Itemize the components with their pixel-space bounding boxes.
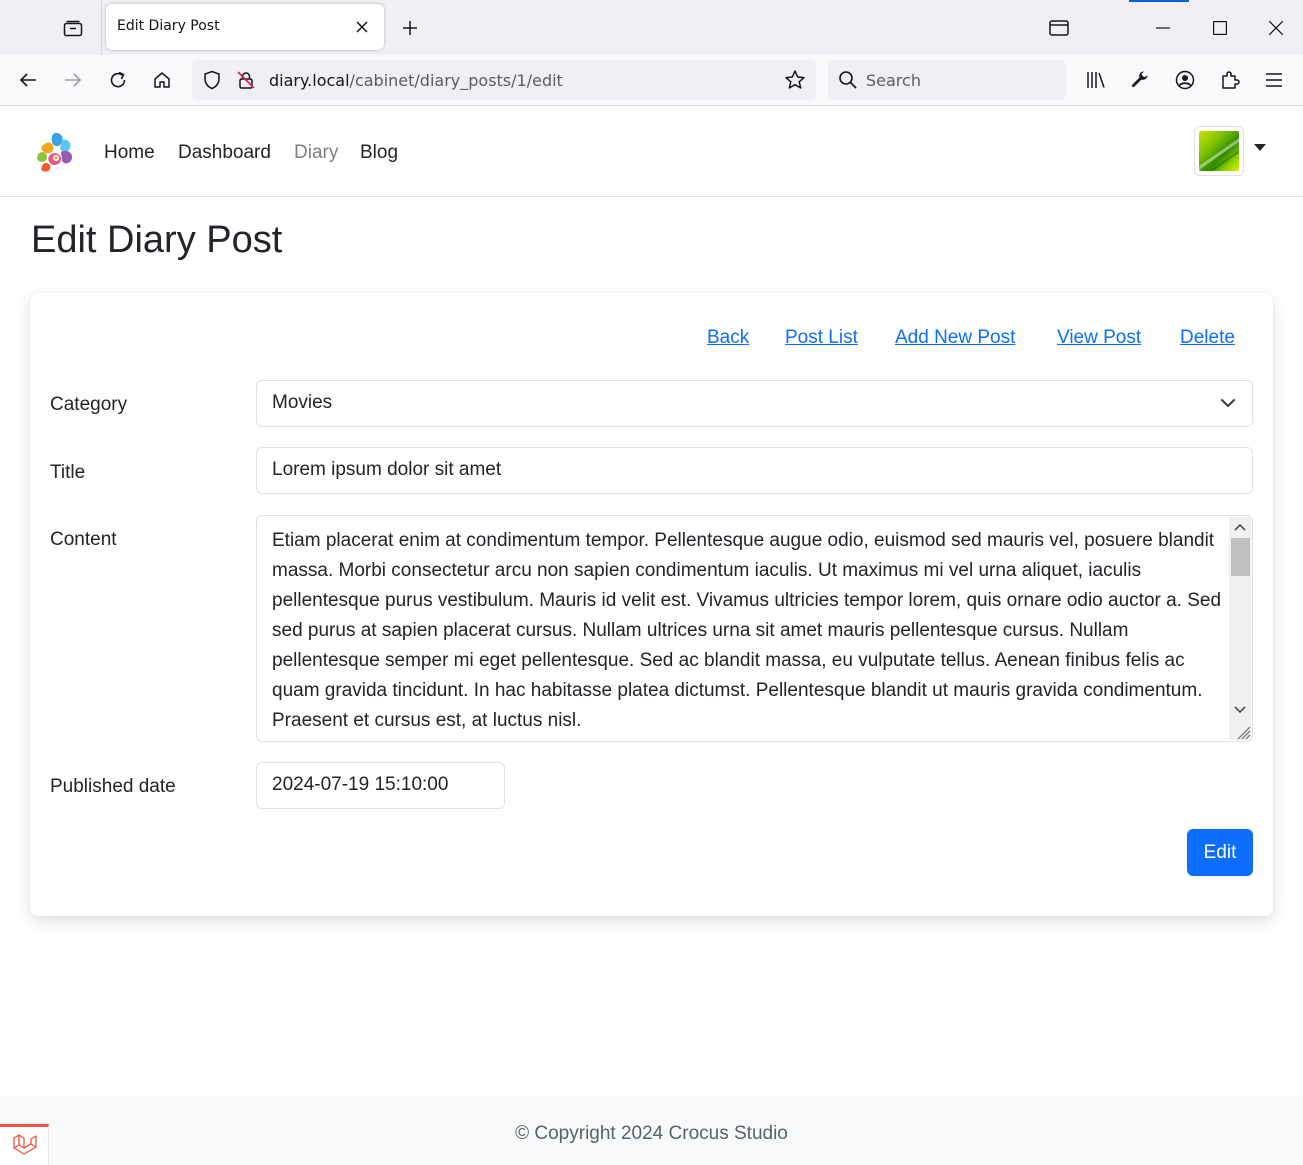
- published-date-input[interactable]: 2024-07-19 15:10:00: [256, 762, 505, 809]
- tab-separator: [101, 0, 102, 55]
- scroll-down-arrow-icon[interactable]: [1229, 700, 1251, 720]
- resize-grip-icon[interactable]: [1233, 722, 1251, 740]
- browser-tab-bar: Edit Diary Post: [0, 0, 1303, 55]
- nav-link-blog[interactable]: Blog: [360, 142, 398, 164]
- url-host: diary.local: [269, 71, 350, 90]
- title-label: Title: [50, 462, 86, 483]
- edit-post-card: Back Post List Add New Post View Post De…: [30, 293, 1273, 916]
- nav-link-dashboard[interactable]: Dashboard: [178, 142, 271, 164]
- library-icon[interactable]: [1081, 65, 1111, 95]
- scroll-up-arrow-icon[interactable]: [1229, 517, 1251, 537]
- insecure-lock-icon[interactable]: [236, 70, 256, 94]
- title-input[interactable]: Lorem ipsum dolor sit amet: [256, 447, 1253, 494]
- view-post-link[interactable]: View Post: [1057, 327, 1141, 349]
- category-select[interactable]: Movies: [256, 380, 1253, 427]
- user-avatar[interactable]: [1194, 126, 1244, 176]
- new-tab-icon[interactable]: [396, 14, 424, 42]
- tab-title: Edit Diary Post: [117, 18, 220, 34]
- back-link[interactable]: Back: [707, 327, 749, 349]
- page-footer: © Copyright 2024 Crocus Studio: [0, 1096, 1303, 1165]
- content-scrollbar[interactable]: [1229, 517, 1251, 740]
- category-label: Category: [50, 394, 128, 415]
- reload-icon[interactable]: [103, 65, 133, 95]
- tab-list-icon[interactable]: [58, 14, 88, 42]
- nav-link-diary[interactable]: Diary: [294, 142, 338, 164]
- browser-tab-active[interactable]: Edit Diary Post: [106, 4, 384, 50]
- account-icon[interactable]: [1170, 65, 1200, 95]
- search-placeholder: Search: [866, 71, 921, 90]
- home-icon[interactable]: [147, 65, 177, 95]
- copyright-text: © Copyright 2024 Crocus Studio: [515, 1123, 788, 1144]
- maximize-icon[interactable]: [1204, 12, 1236, 44]
- scroll-thumb[interactable]: [1231, 538, 1250, 576]
- window-close-icon[interactable]: [1260, 12, 1292, 44]
- delete-link[interactable]: Delete: [1180, 327, 1235, 349]
- url-path: /cabinet/diary_posts/1/edit: [349, 71, 563, 90]
- title-input-value: Lorem ipsum dolor sit amet: [272, 459, 502, 480]
- content-label: Content: [50, 529, 117, 550]
- picture-in-picture-icon[interactable]: [1043, 12, 1075, 44]
- post-list-link[interactable]: Post List: [785, 327, 858, 349]
- back-arrow-icon[interactable]: [13, 65, 43, 95]
- nav-link-home[interactable]: Home: [104, 142, 155, 164]
- add-new-post-link[interactable]: Add New Post: [895, 327, 1015, 349]
- laravel-debugbar-icon[interactable]: [0, 1124, 49, 1165]
- browser-toolbar: diary.local/cabinet/diary_posts/1/edit S…: [0, 55, 1303, 106]
- chevron-down-icon: [1220, 395, 1236, 411]
- extensions-icon[interactable]: [1215, 65, 1245, 95]
- url-text: diary.local/cabinet/diary_posts/1/edit: [269, 71, 563, 90]
- page-title: Edit Diary Post: [31, 219, 283, 261]
- published-date-label: Published date: [50, 776, 176, 797]
- content-textarea[interactable]: Etiam placerat enim at condimentum tempo…: [256, 515, 1253, 742]
- content-text: Etiam placerat enim at condimentum tempo…: [272, 530, 1222, 731]
- search-bar[interactable]: Search: [828, 60, 1066, 100]
- category-selected-value: Movies: [272, 392, 333, 413]
- tab-close-icon[interactable]: [350, 15, 374, 39]
- shield-icon[interactable]: [202, 70, 222, 94]
- forward-arrow-icon[interactable]: [58, 65, 88, 95]
- address-bar[interactable]: diary.local/cabinet/diary_posts/1/edit: [192, 60, 816, 100]
- user-menu-caret-icon[interactable]: [1254, 144, 1266, 151]
- published-date-value: 2024-07-19 15:10:00: [272, 774, 449, 795]
- avatar-image: [1199, 131, 1239, 171]
- edit-submit-button[interactable]: Edit: [1187, 829, 1253, 876]
- search-icon: [838, 70, 858, 94]
- wrench-icon[interactable]: [1125, 65, 1155, 95]
- site-navbar: Home Dashboard Diary Blog: [0, 106, 1303, 197]
- minimize-icon[interactable]: [1147, 12, 1179, 44]
- tab-indicator: [1129, 0, 1189, 2]
- bookmark-star-icon[interactable]: [784, 69, 806, 95]
- hamburger-menu-icon[interactable]: [1259, 65, 1289, 95]
- crocus-logo[interactable]: [35, 130, 77, 174]
